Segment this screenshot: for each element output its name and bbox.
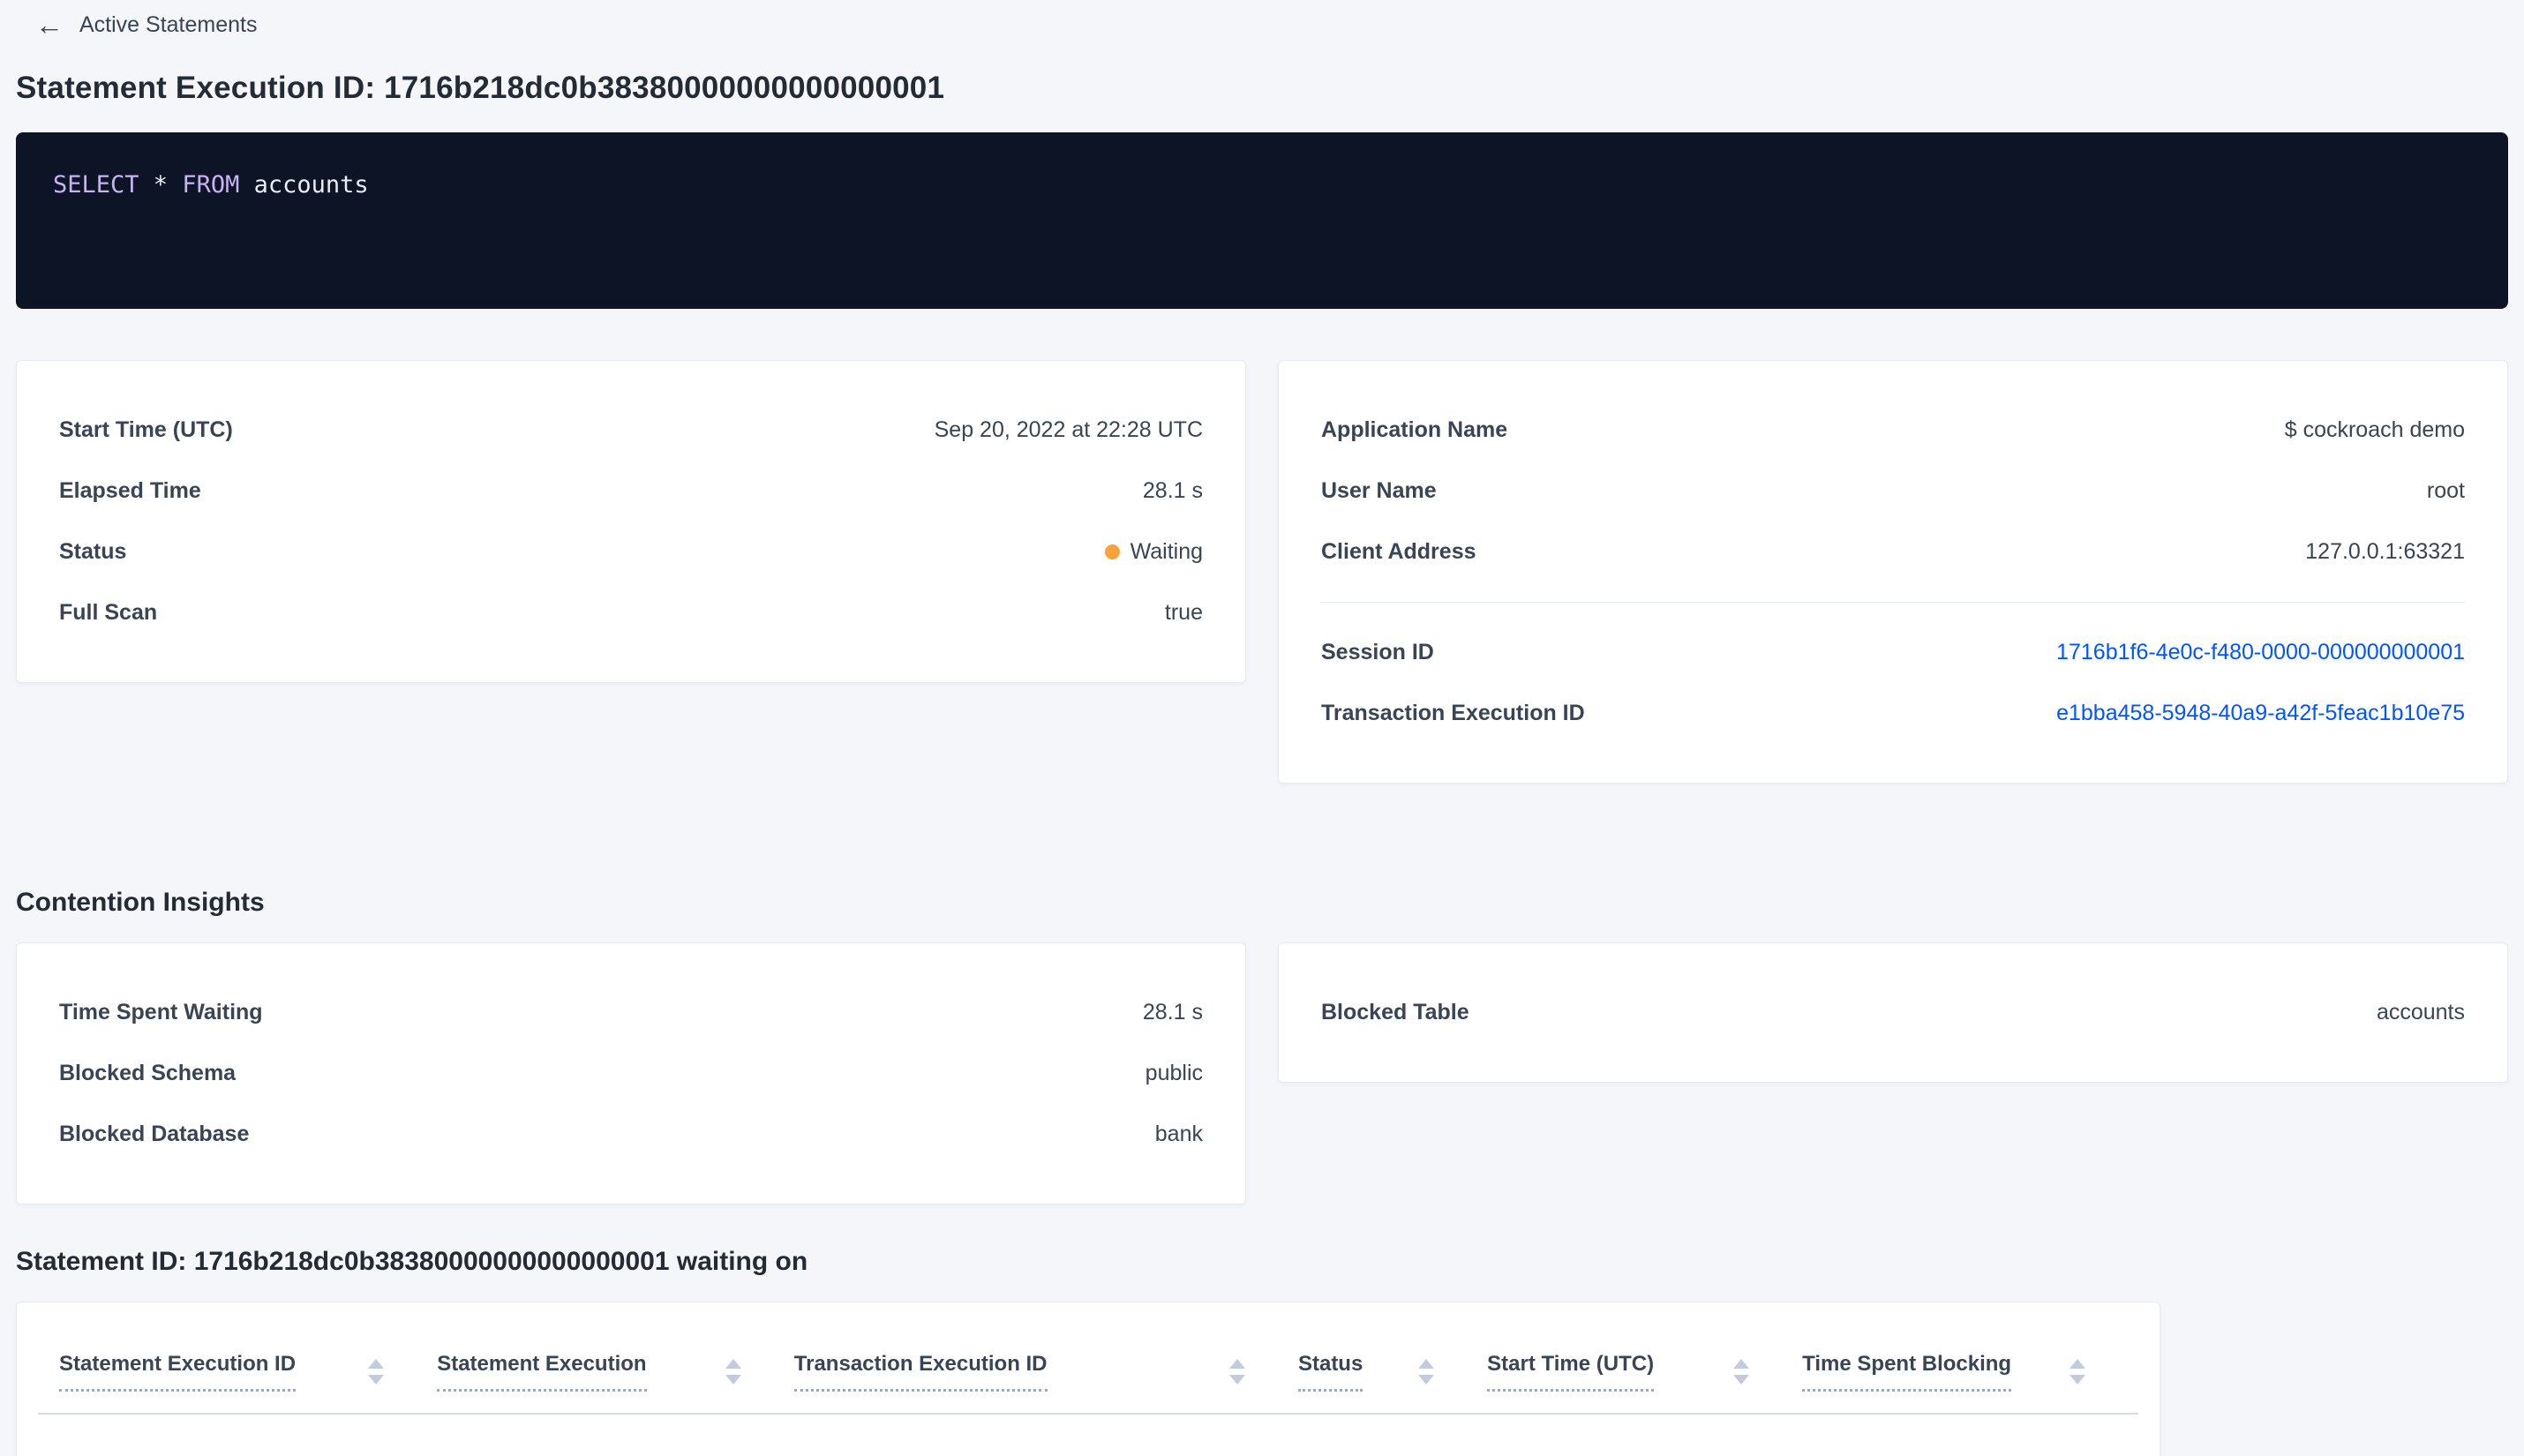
cell-transaction-execution-id: 64530d0c-969f-437e-a9b4-26a72245e45e [793,1414,1298,1456]
status-badge: Waiting [1104,539,1203,565]
statement-details-page: ← Active Statements Statement Execution … [0,0,2524,1456]
kv-row-application-name: Application Name $ cockroach demo [1321,400,2465,461]
elapsed-time-value: 28.1 s [1142,478,1203,503]
table-header-row: Statement Execution ID Statement Executi… [38,1317,2138,1415]
blocked-table-value: accounts [2376,1000,2465,1024]
time-spent-waiting-label: Time Spent Waiting [59,1000,263,1024]
sort-icon[interactable] [1228,1359,1245,1385]
session-card-divider [1321,602,2465,603]
sql-statement-text: SELECT * FROM accounts [53,171,2471,199]
elapsed-time-label: Elapsed Time [59,478,201,503]
contention-insights-heading: Contention Insights [16,888,265,917]
start-time-label: Start Time (UTC) [59,417,233,442]
column-header-status[interactable]: Status [1297,1317,1488,1415]
blocked-table-label: Blocked Table [1321,1000,1469,1024]
sort-icon[interactable] [725,1359,741,1385]
sort-icon[interactable] [368,1359,385,1385]
session-id-link[interactable]: 1716b1f6-4e0c-f480-0000-000000000001 [2056,640,2465,665]
column-header-transaction-execution-id[interactable]: Transaction Execution ID [793,1317,1298,1415]
status-waiting-dot-icon [1104,544,1120,559]
waiting-on-heading: Statement ID: 1716b218dc0b38380000000000… [16,1247,808,1276]
sql-keyword-select: SELECT [53,171,139,199]
kv-row-full-scan: Full Scan true [59,582,1203,643]
full-scan-label: Full Scan [59,600,158,625]
status-value: Waiting [1130,539,1203,564]
sort-icon[interactable] [1418,1359,1435,1385]
status-label: Status [59,539,127,564]
blocked-schema-label: Blocked Schema [59,1061,237,1085]
kv-row-status: Status Waiting [59,522,1203,582]
cell-statement-execution [437,1414,794,1456]
cell-status: Executing [1297,1414,1488,1456]
application-name-label: Application Name [1321,417,1508,442]
blocked-schema-value: public [1145,1061,1203,1085]
client-address-value: 127.0.0.1:63321 [2305,539,2465,564]
blocked-database-label: Blocked Database [59,1122,250,1146]
kv-row-time-spent-waiting: Time Spent Waiting 28.1 s [59,982,1203,1043]
kv-row-elapsed-time: Elapsed Time 28.1 s [59,461,1203,522]
column-header-time-spent-blocking[interactable]: Time Spent Blocking [1802,1317,2138,1415]
application-name-value: $ cockroach demo [2284,417,2465,442]
sql-statement-box: SELECT * FROM accounts [16,132,2508,309]
back-link-label: Active Statements [79,11,258,37]
column-header-statement-execution[interactable]: Statement Execution [437,1317,794,1415]
kv-row-blocked-table: Blocked Table accounts [1321,982,2465,1043]
contention-cards-row: Time Spent Waiting 28.1 s Blocked Schema… [16,942,2508,1205]
table-row: 64530d0c-969f-437e-a9b4-26a72245e45e Exe… [38,1414,2138,1456]
kv-row-client-address: Client Address 127.0.0.1:63321 [1321,522,2465,582]
page-title: Statement Execution ID: 1716b218dc0b3838… [16,71,945,105]
transaction-execution-id-label: Transaction Execution ID [1321,701,1585,725]
session-details-card: Application Name $ cockroach demo User N… [1278,360,2508,784]
time-spent-waiting-value: 28.1 s [1142,1000,1203,1024]
kv-row-start-time: Start Time (UTC) Sep 20, 2022 at 22:28 U… [59,400,1203,461]
waiting-on-table-card: Statement Execution ID Statement Executi… [16,1302,2160,1456]
session-id-label: Session ID [1321,640,1434,664]
sort-icon[interactable] [2070,1359,2085,1385]
full-scan-value: true [1164,600,1203,625]
sql-star: * [139,171,183,199]
overview-cards-row: Start Time (UTC) Sep 20, 2022 at 22:28 U… [16,360,2508,784]
client-address-label: Client Address [1321,539,1476,564]
blocked-table-card: Blocked Table accounts [1278,942,2508,1083]
execution-details-card: Start Time (UTC) Sep 20, 2022 at 22:28 U… [16,360,1246,683]
waiting-on-table: Statement Execution ID Statement Executi… [38,1317,2138,1456]
sql-table-ref: accounts [239,171,369,199]
column-header-statement-execution-id[interactable]: Statement Execution ID [38,1317,438,1415]
kv-row-transaction-execution-id: Transaction Execution ID e1bba458-5948-4… [1321,683,2465,744]
user-name-label: User Name [1321,478,1437,503]
sql-keyword-from: FROM [182,171,240,199]
blocked-database-value: bank [1154,1122,1203,1146]
sort-icon[interactable] [1733,1359,1750,1385]
start-time-value: Sep 20, 2022 at 22:28 UTC [934,417,1203,442]
transaction-execution-id-link[interactable]: e1bba458-5948-40a9-a42f-5feac1b10e75 [2056,701,2465,726]
kv-row-user-name: User Name root [1321,461,2465,522]
cell-time-spent-blocking: 28.1 s [1802,1414,2138,1456]
contention-details-card: Time Spent Waiting 28.1 s Blocked Schema… [16,942,1246,1205]
user-name-value: root [2426,478,2465,503]
kv-row-blocked-schema: Blocked Schema public [59,1043,1203,1104]
column-header-start-time[interactable]: Start Time (UTC) [1487,1317,1803,1415]
back-link[interactable]: ← Active Statements [16,0,2508,39]
cell-statement-execution-id [38,1414,438,1456]
kv-row-blocked-database: Blocked Database bank [59,1104,1203,1165]
kv-row-session-id: Session ID 1716b1f6-4e0c-f480-0000-00000… [1321,622,2465,683]
cell-start-time: Sep 20, 2022 at 22:27 [1487,1414,1803,1456]
back-arrow-icon: ← [35,9,64,41]
